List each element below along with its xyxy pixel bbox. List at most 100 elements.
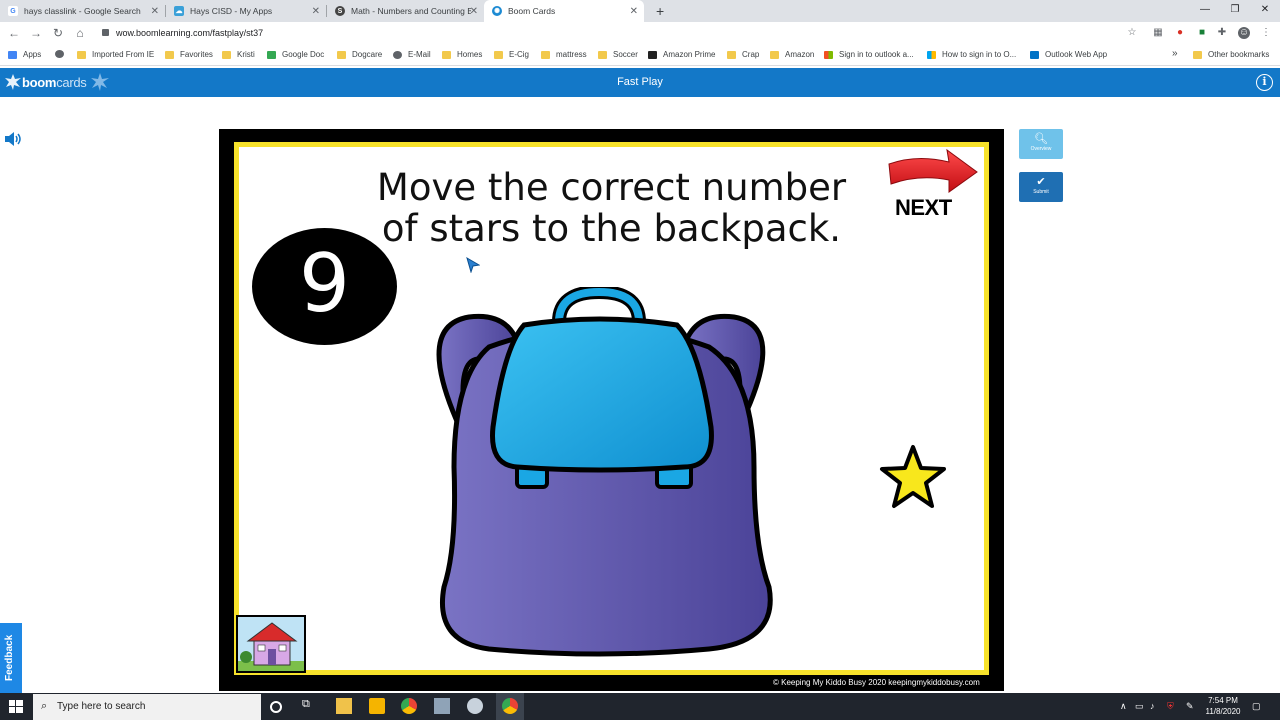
notifications-icon[interactable]: ▢ — [1252, 701, 1261, 712]
tab-hays-cisd[interactable]: ☁ Hays CISD - My Apps ✕ — [166, 0, 326, 22]
bookmark-other[interactable]: Other bookmarks — [1193, 50, 1269, 59]
apps-grid-icon — [8, 50, 17, 59]
bookmark-imported-from-ie[interactable]: Imported From IE — [77, 50, 154, 59]
backpack-drop-target[interactable] — [409, 287, 799, 662]
boom-card: Move the correct number of stars to the … — [219, 129, 1004, 691]
feedback-tab[interactable]: Feedback — [0, 623, 22, 693]
menu-dots-icon[interactable]: ⋮ — [1260, 27, 1272, 39]
home-house-icon[interactable] — [236, 615, 306, 673]
folder-icon — [77, 50, 86, 59]
snipping-tool-icon[interactable] — [467, 698, 483, 714]
close-icon[interactable]: ✕ — [151, 6, 159, 17]
classlink-icon: ☁ — [174, 6, 184, 16]
check-icon: ✔ — [1036, 176, 1046, 188]
mouse-cursor-icon — [466, 257, 480, 273]
folder-icon — [165, 50, 174, 59]
network-icon[interactable]: ▭ — [1135, 701, 1144, 712]
back-icon[interactable]: ← — [6, 26, 22, 40]
browser-toolbar: ← → ↻ ⌂ wow.boomlearning.com/fastplay/st… — [0, 22, 1280, 46]
bookmark-kristi[interactable]: Kristi — [222, 50, 255, 59]
bookmark-favorites[interactable]: Favorites — [165, 50, 213, 59]
bookmark-ecig[interactable]: E-Cig — [494, 50, 529, 59]
pen-icon[interactable]: ✎ — [1186, 701, 1194, 712]
tab-math-numbers[interactable]: S Math - Numbers and Counting B ✕ — [327, 0, 484, 22]
browser-tab-strip: G hays classlink - Google Search ✕ ☁ Hay… — [0, 0, 1280, 22]
bookmark-apps[interactable]: Apps — [8, 50, 41, 59]
close-window-icon[interactable]: ✕ — [1250, 0, 1280, 22]
outlook-icon — [1030, 50, 1039, 59]
close-icon[interactable]: ✕ — [470, 6, 478, 17]
tab-google-search[interactable]: G hays classlink - Google Search ✕ — [0, 0, 165, 22]
bookmark-amazon-prime[interactable]: Amazon Prime — [648, 50, 715, 59]
next-arrow-icon[interactable] — [887, 146, 979, 196]
windows-taskbar: ⌕ Type here to search ⧉ ∧ ▭ ♪ ⛨ ✎ 7:54 P… — [0, 693, 1280, 720]
bookmark-mattress[interactable]: mattress — [541, 50, 587, 59]
folder-icon — [770, 50, 779, 59]
bookmark-email[interactable]: E-Mail — [393, 50, 431, 59]
boom-icon: ✺ — [492, 6, 502, 16]
bookmark-dogcare[interactable]: Dogcare — [337, 50, 382, 59]
file-explorer-icon[interactable] — [336, 698, 352, 714]
antivirus-icon[interactable]: ⛨ — [1167, 701, 1174, 712]
next-button[interactable]: NEXT — [895, 195, 952, 221]
target-number: 9 — [252, 228, 397, 345]
extensions-puzzle-icon[interactable]: ✚ — [1216, 27, 1228, 39]
address-bar[interactable]: wow.boomlearning.com/fastplay/st37 — [116, 28, 263, 38]
lock-icon[interactable] — [102, 29, 109, 36]
new-tab-button[interactable]: + — [648, 0, 668, 22]
taskbar-clock[interactable]: 7:54 PM 11/8/2020 — [1203, 695, 1243, 717]
extension-green-icon[interactable]: ■ — [1196, 27, 1208, 39]
card-instruction: Move the correct number of stars to the … — [376, 166, 847, 250]
drive-icon — [267, 50, 276, 59]
page-title: Fast Play — [617, 76, 663, 88]
bookmark-globe[interactable] — [55, 50, 70, 58]
cortana-icon[interactable] — [270, 701, 282, 713]
chrome-active-taskbar-button[interactable] — [496, 693, 524, 720]
microsoft-icon — [824, 50, 833, 59]
bookmark-sign-in-outlook[interactable]: Sign in to outlook a... — [824, 50, 914, 59]
restore-icon[interactable]: ❐ — [1220, 0, 1250, 22]
bookmark-crap[interactable]: Crap — [727, 50, 759, 59]
tab-boom-cards[interactable]: ✺ Boom Cards ✕ — [484, 0, 644, 22]
bookmark-homes[interactable]: Homes — [442, 50, 482, 59]
google-icon: G — [8, 6, 18, 16]
task-view-icon[interactable]: ⧉ — [302, 698, 318, 714]
draggable-star[interactable] — [879, 444, 947, 510]
overview-button[interactable]: 🔍︎ Overview — [1019, 129, 1063, 159]
extension-grid-icon[interactable]: ▦ — [1152, 27, 1164, 39]
submit-button[interactable]: ✔ Submit — [1019, 172, 1063, 202]
bookmarks-overflow[interactable]: » — [1172, 48, 1178, 59]
bookmark-soccer[interactable]: Soccer — [598, 50, 638, 59]
speaker-icon[interactable] — [4, 131, 24, 147]
folder-icon — [1193, 50, 1202, 59]
volume-icon[interactable]: ♪ — [1150, 701, 1155, 711]
bookmark-outlook-web-app[interactable]: Outlook Web App — [1030, 50, 1107, 59]
folder-icon — [598, 50, 607, 59]
extension-red-icon[interactable]: ● — [1174, 27, 1186, 39]
bookmark-amazon[interactable]: Amazon — [770, 50, 814, 59]
search-icon: ⌕ — [41, 700, 48, 712]
minimize-icon[interactable]: — — [1190, 0, 1220, 22]
copyright-text: © Keeping My Kiddo Busy 2020 keepingmyki… — [773, 678, 980, 687]
home-icon[interactable]: ⌂ — [72, 26, 88, 40]
windows-start-icon[interactable] — [9, 700, 23, 713]
store-icon[interactable] — [369, 698, 385, 714]
star-bookmark-icon[interactable]: ☆ — [1126, 27, 1138, 39]
amazon-icon — [648, 50, 657, 59]
forward-icon[interactable]: → — [28, 26, 44, 40]
folder-icon — [727, 50, 736, 59]
calculator-icon[interactable] — [434, 698, 450, 714]
taskbar-search-box[interactable]: ⌕ Type here to search — [33, 694, 261, 720]
boom-header: boomcards Fast Play i — [0, 68, 1280, 97]
profile-avatar[interactable]: ☺ — [1238, 27, 1250, 39]
close-icon[interactable]: ✕ — [630, 6, 638, 17]
info-button[interactable]: i — [1256, 74, 1273, 91]
chrome-icon[interactable] — [401, 698, 417, 714]
reload-icon[interactable]: ↻ — [50, 26, 66, 40]
microsoft-icon — [927, 50, 936, 59]
folder-icon — [222, 50, 231, 59]
close-icon[interactable]: ✕ — [312, 6, 320, 17]
tray-overflow-icon[interactable]: ∧ — [1120, 701, 1127, 712]
bookmark-google-doc[interactable]: Google Doc — [267, 50, 324, 59]
bookmark-how-to-sign-in[interactable]: How to sign in to O... — [927, 50, 1016, 59]
